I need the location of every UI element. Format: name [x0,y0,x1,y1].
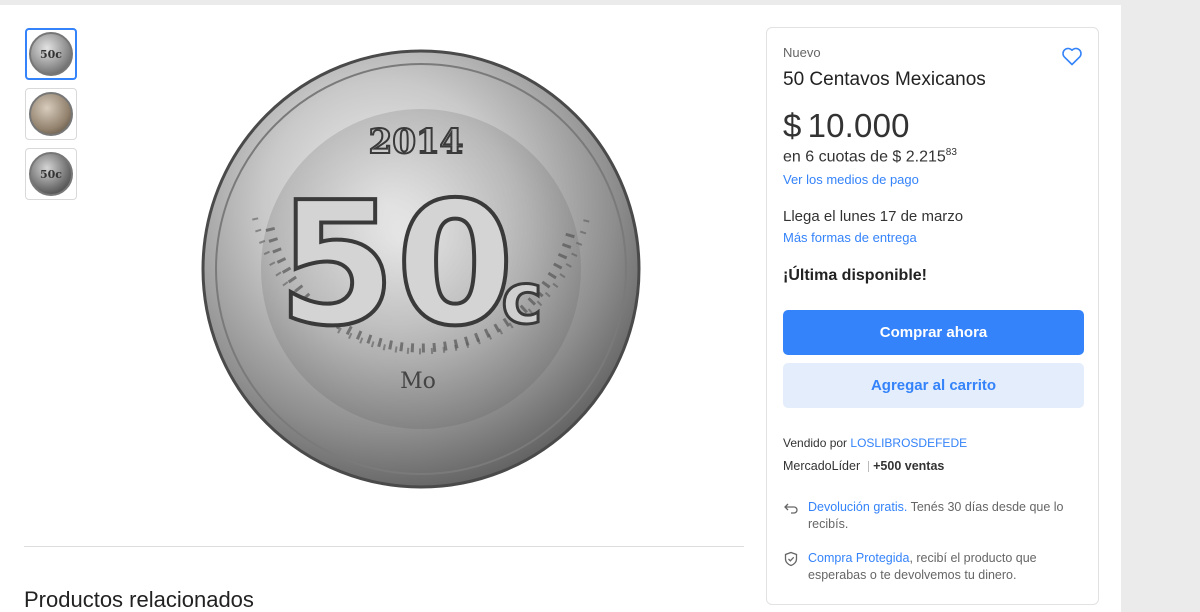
coin-mint-mark: Mo [400,369,436,394]
seller-reputation: MercadoLíder +500 ventas [783,459,1082,473]
installments-info: en 6 cuotas de $ 2.21583 [783,147,1082,166]
seller-prefix: Vendido por [783,436,848,451]
coin-thumbnail-image: 50c [29,32,73,76]
condition-label: Nuevo [783,45,821,60]
protected-purchase-benefit: Compra Protegida, recibí el producto que… [783,550,1082,584]
stock-status: ¡Última disponible! [783,267,927,285]
thumbnail-2[interactable] [25,88,77,140]
coin-year: 2014 [369,122,464,162]
heart-icon[interactable] [1060,44,1084,68]
seller-sales: +500 ventas [873,459,945,474]
related-products-title: Productos relacionados [24,587,254,612]
seller-status: MercadoLíder [783,459,861,474]
payment-methods-link[interactable]: Ver los medios de pago [783,172,1082,187]
seller-info: Vendido por LOSLIBROSDEFEDE [783,436,1082,450]
thumbnail-3[interactable]: 50c [25,148,77,200]
coin-denomination: 50 [278,166,515,364]
delivery-options-link[interactable]: Más formas de entrega [783,230,1082,245]
price-currency: $ [783,107,802,144]
installments-text: en 6 cuotas de $ 2.215 [783,148,946,166]
main-product-image[interactable]: 2014 50 c Mo [200,48,642,490]
delivery-info: Llega el lunes 17 de marzo [783,208,964,226]
protected-benefit-text: Compra Protegida, recibí el producto que… [808,550,1082,584]
return-icon [784,503,798,514]
product-page: 50c 50c 2014 50 c Mo Productos relaciona… [0,5,1121,612]
section-divider [24,546,744,547]
coin-thumbnail-image: 50c [29,152,73,196]
installments-cents: 83 [945,147,957,158]
coin-unit: c [501,258,543,340]
separator [868,460,870,472]
coin-thumbnail-image [29,92,73,136]
free-return-link[interactable]: Devolución gratis. [808,500,907,514]
coin-image: 2014 50 c Mo [201,49,641,489]
thumbnail-list: 50c 50c [25,28,77,208]
product-title: 50 Centavos Mexicanos [783,69,986,90]
buy-now-button[interactable]: Comprar ahora [783,310,1084,356]
price-amount: 10.000 [807,107,910,144]
return-benefit: Devolución gratis. Tenés 30 días desde q… [783,499,1082,533]
add-to-cart-button[interactable]: Agregar al carrito [783,363,1084,409]
thumbnail-label: 50c [39,47,62,61]
protected-purchase-link[interactable]: Compra Protegida [808,551,909,565]
shield-icon [784,552,798,567]
seller-name-link[interactable]: LOSLIBROSDEFEDE [850,436,967,450]
thumbnail-1[interactable]: 50c [25,28,77,80]
thumbnail-label: 50c [39,167,62,181]
product-price: $10.000 [783,107,1082,145]
buy-box: Nuevo 50 Centavos Mexicanos $10.000 en 6… [766,27,1099,605]
return-benefit-text: Devolución gratis. Tenés 30 días desde q… [808,499,1082,533]
